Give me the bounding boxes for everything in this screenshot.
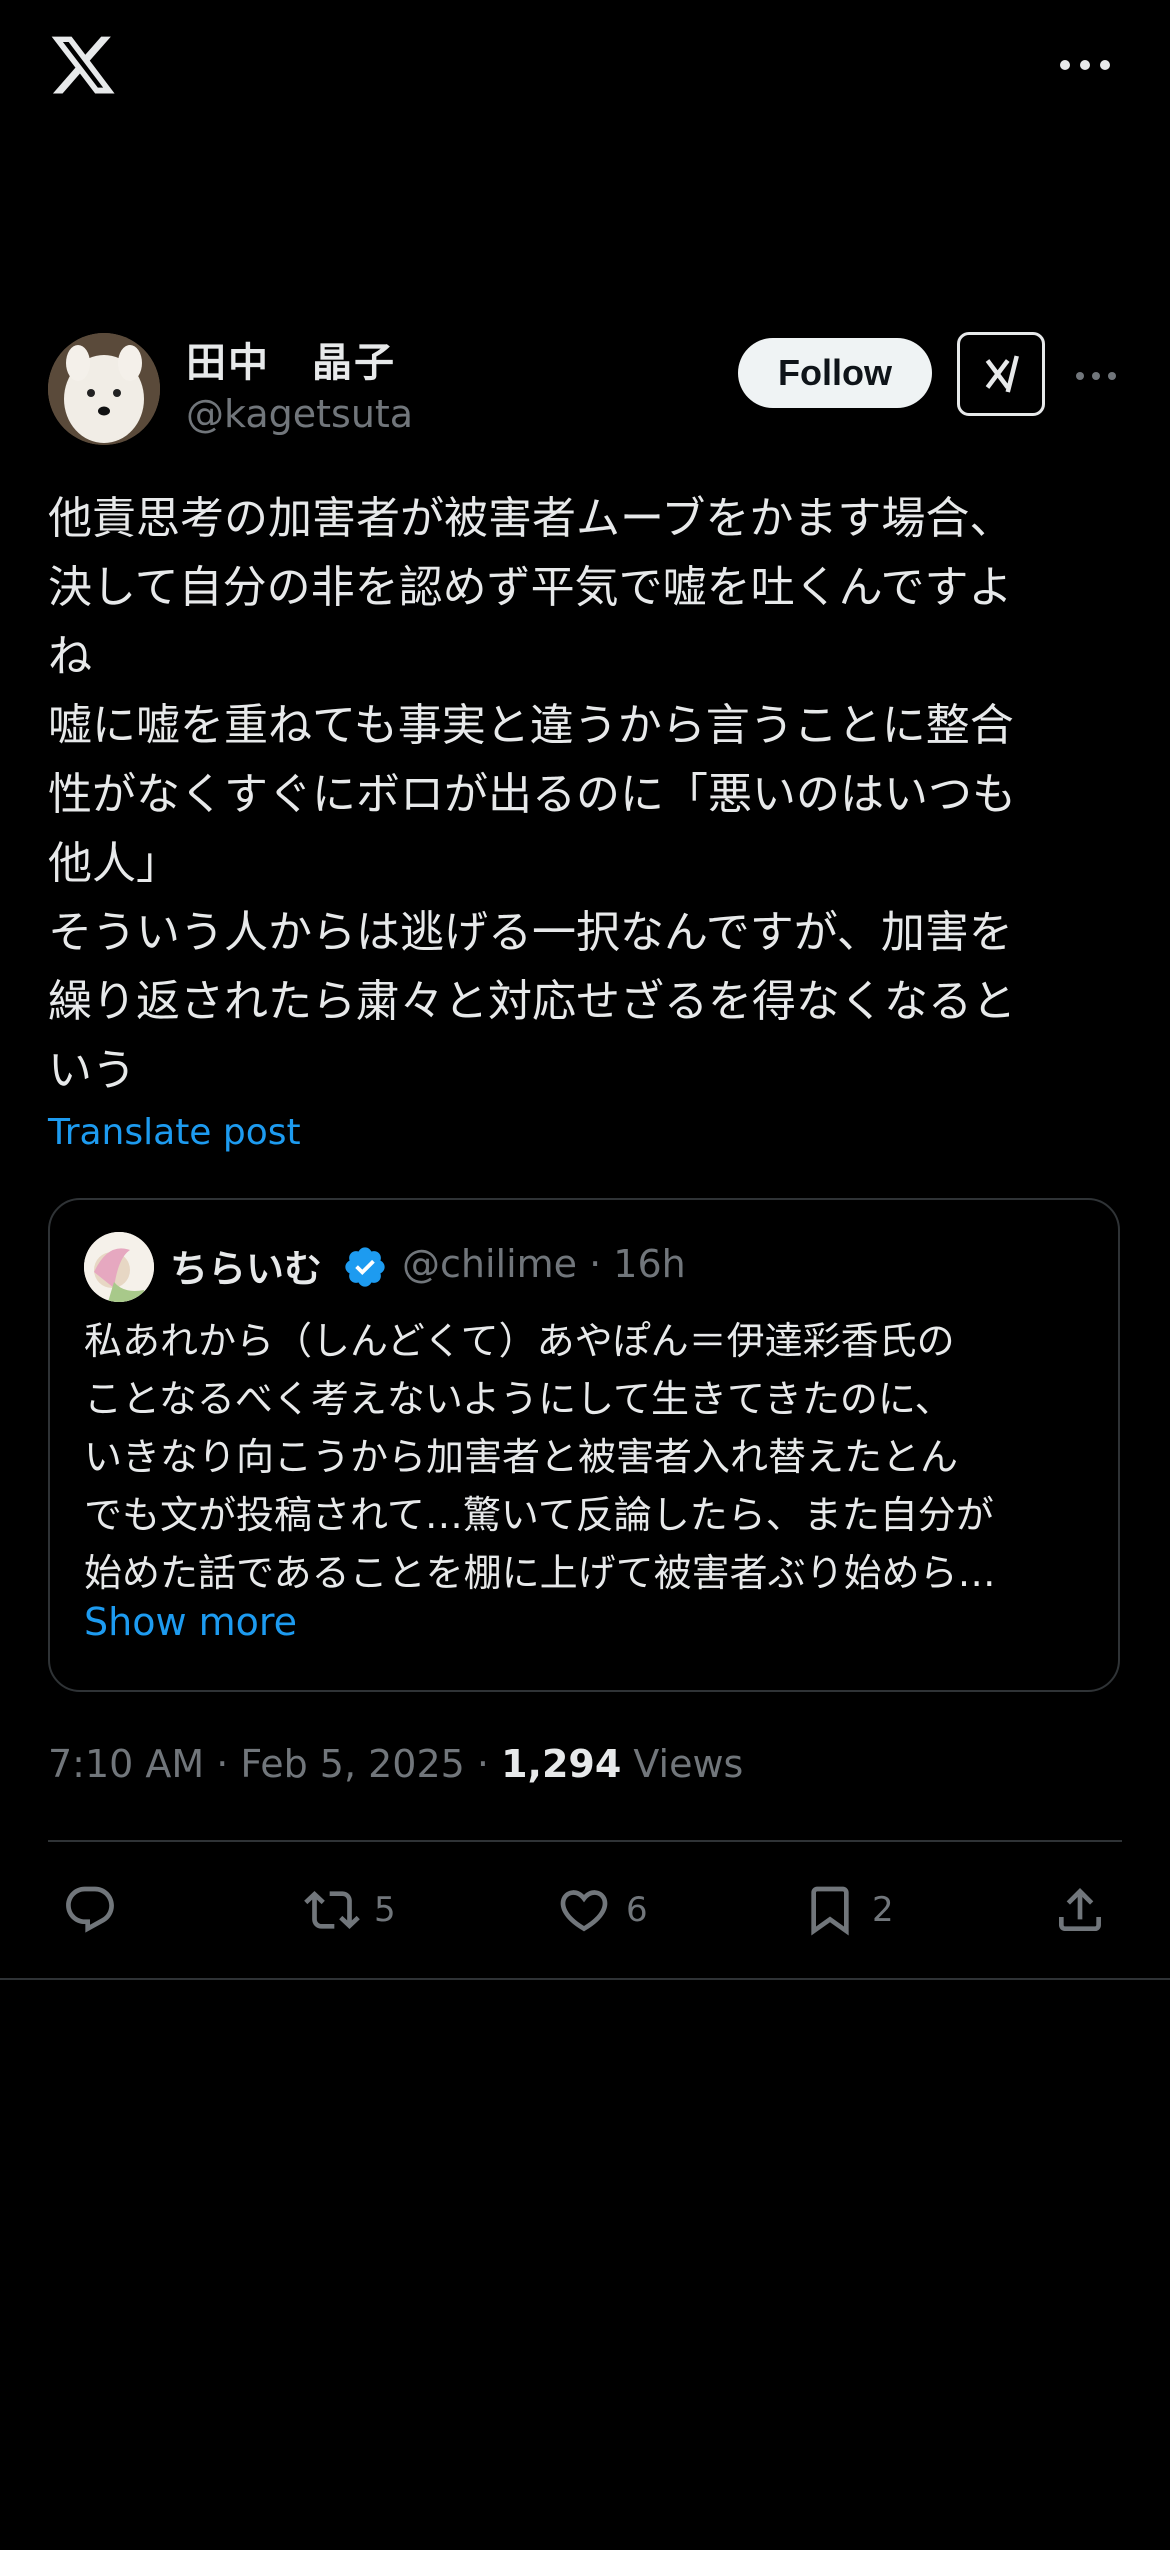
bookmark-count: 2 [872, 1890, 894, 1930]
share-icon [1059, 1888, 1101, 1931]
reply-button[interactable] [62, 1880, 118, 1940]
repost-button[interactable]: 5 [304, 1880, 396, 1940]
verified-badge-icon [342, 1244, 388, 1290]
repost-icon [304, 1891, 360, 1929]
x-logo-icon[interactable] [48, 30, 118, 100]
show-more-link[interactable]: Show more [84, 1600, 297, 1644]
heart-icon [560, 1890, 608, 1932]
like-button[interactable]: 6 [556, 1880, 648, 1940]
like-count: 6 [626, 1890, 648, 1930]
views-count: 1,294 [501, 1742, 622, 1786]
translate-post-link[interactable]: Translate post [48, 1112, 301, 1153]
divider [0, 1978, 1170, 1980]
share-button[interactable] [1052, 1880, 1108, 1940]
quoted-handle-time[interactable]: @chilime · 16h [402, 1242, 686, 1286]
avatar[interactable] [48, 333, 160, 445]
post-more-icon[interactable] [1076, 370, 1116, 382]
quoted-avatar[interactable] [84, 1232, 154, 1302]
quoted-display-name[interactable]: ちらいむ [170, 1238, 322, 1293]
follow-button[interactable]: Follow [738, 338, 932, 408]
repost-count: 5 [374, 1890, 396, 1930]
author-handle[interactable]: @kagetsuta [186, 392, 413, 436]
grok-icon[interactable] [957, 332, 1045, 416]
divider [48, 1840, 1122, 1842]
post-datetime[interactable]: 7:10 AM · Feb 5, 2025 · [48, 1742, 501, 1786]
reply-icon [66, 1886, 114, 1933]
bookmark-icon [811, 1886, 849, 1936]
bookmark-button[interactable]: 2 [802, 1880, 894, 1940]
author-display-name[interactable]: 田中 晶子 [186, 330, 396, 388]
post-meta: 7:10 AM · Feb 5, 2025 · 1,294 Views [48, 1742, 743, 1786]
quoted-text: 私あれから（しんどくて）あやぽん＝伊達彩香氏の ことなるべく考えないようにして生… [84, 1319, 996, 1595]
views-label: Views [621, 1742, 744, 1786]
post-text: 他責思考の加害者が被害者ムーブをかます場合、 決して自分の非を認めず平気で嘘を吐… [48, 493, 1016, 1096]
more-options-icon[interactable] [1060, 48, 1110, 82]
